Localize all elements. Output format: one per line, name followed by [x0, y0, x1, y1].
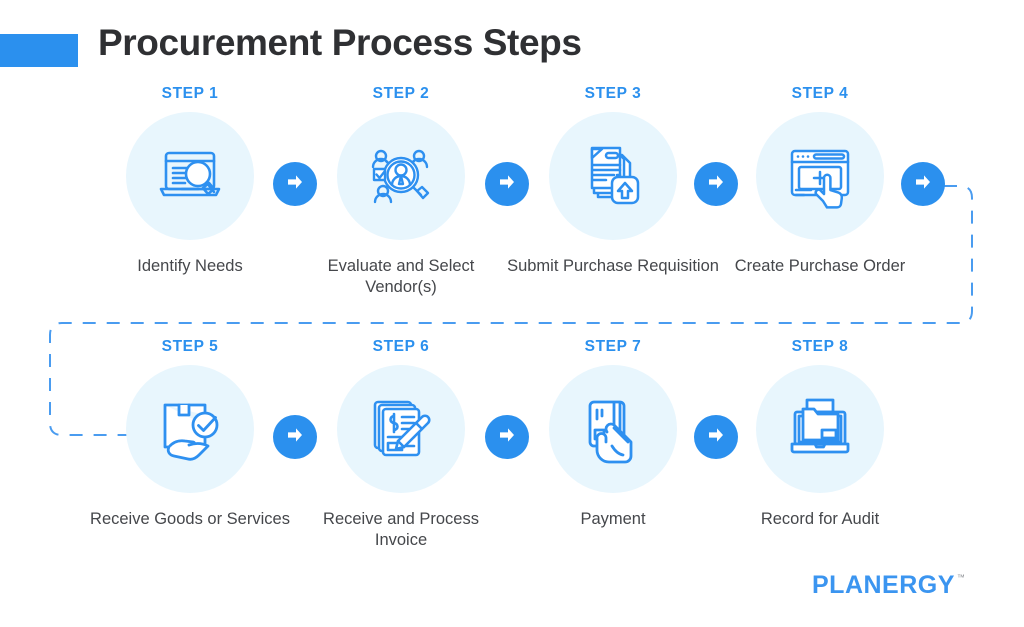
arrow-right-icon: [705, 424, 727, 451]
step-5-icon-circle: [126, 365, 254, 493]
page-title: Procurement Process Steps: [98, 22, 582, 63]
process-row-bottom: STEP 5 Receive Goods or Services STEP 6: [0, 337, 1024, 567]
step-8: STEP 8 Record for Audit: [714, 337, 926, 530]
invoice-pen-icon: [364, 392, 438, 466]
step-4-icon-circle: [756, 112, 884, 240]
arrow-step-1-to-2: [273, 162, 317, 206]
browser-add-click-icon: [783, 139, 857, 213]
step-6-label: STEP 6: [372, 338, 430, 355]
step-4: STEP 4 Create Purchase Order: [714, 84, 926, 277]
arrow-step-4-to-5: [901, 162, 945, 206]
arrow-right-icon: [705, 171, 727, 198]
step-7-label: STEP 7: [584, 338, 642, 355]
package-delivery-check-icon: [153, 392, 227, 466]
laptop-magnifier-icon: [153, 139, 227, 213]
step-8-icon-circle: [756, 365, 884, 493]
step-4-label: STEP 4: [791, 85, 849, 102]
step-3-label: STEP 3: [584, 85, 642, 102]
step-3-caption: Submit Purchase Requisition: [507, 257, 719, 275]
planergy-logo: PLANERGY ™: [812, 572, 965, 598]
arrow-right-icon: [912, 171, 934, 198]
header: Procurement Process Steps: [0, 22, 1024, 80]
step-7-icon-circle: [549, 365, 677, 493]
step-2-icon-circle: [337, 112, 465, 240]
arrow-right-icon: [496, 424, 518, 451]
step-2: STEP 2 Evaluate and Select Vendor(s): [295, 84, 507, 298]
step-5-caption: Receive Goods or Services: [90, 510, 290, 528]
step-6-icon-circle: [337, 365, 465, 493]
step-2-caption: Evaluate and Select Vendor(s): [327, 257, 475, 296]
arrow-step-6-to-7: [485, 415, 529, 459]
step-6-caption: Receive and Process Invoice: [323, 510, 479, 549]
planergy-logo-text: PLANERGY: [812, 571, 955, 599]
arrow-right-icon: [284, 171, 306, 198]
trademark-symbol: ™: [956, 573, 965, 582]
step-8-label: STEP 8: [791, 338, 849, 355]
arrow-step-7-to-8: [694, 415, 738, 459]
step-6: STEP 6 Receive and Process Invoice: [295, 337, 507, 551]
step-4-caption: Create Purchase Order: [734, 257, 906, 275]
step-1-caption: Identify Needs: [137, 257, 243, 275]
step-7-caption: Payment: [580, 510, 646, 528]
step-1: STEP 1 Identify Needs: [84, 84, 296, 277]
arrow-right-icon: [284, 424, 306, 451]
vendor-search-people-icon: [364, 139, 438, 213]
hand-credit-card-icon: [576, 392, 650, 466]
step-3: STEP 3 Submit Purchase Requisition: [507, 84, 719, 277]
step-5-label: STEP 5: [161, 338, 219, 355]
step-8-caption: Record for Audit: [760, 510, 880, 528]
laptop-folder-archive-icon: [783, 392, 857, 466]
arrow-step-2-to-3: [485, 162, 529, 206]
accent-bar: [0, 34, 78, 67]
step-1-icon-circle: [126, 112, 254, 240]
step-7: STEP 7 Payment: [507, 337, 719, 530]
arrow-right-icon: [496, 171, 518, 198]
arrow-step-3-to-4: [694, 162, 738, 206]
document-upload-icon: [576, 139, 650, 213]
arrow-step-5-to-6: [273, 415, 317, 459]
step-2-label: STEP 2: [372, 85, 430, 102]
step-5: STEP 5 Receive Goods or Services: [84, 337, 296, 530]
process-row-top: STEP 1 Identify Needs STEP 2 Evaluate an…: [0, 84, 1024, 314]
step-1-label: STEP 1: [161, 85, 219, 102]
step-3-icon-circle: [549, 112, 677, 240]
